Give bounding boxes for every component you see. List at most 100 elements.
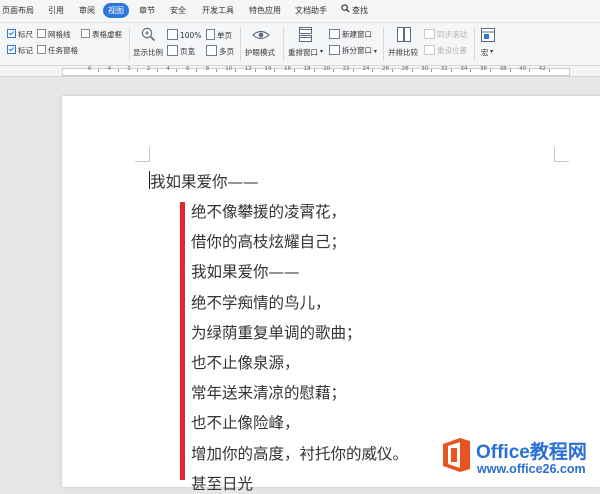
ruler-number: 16 xyxy=(284,66,291,72)
task-pane-checkbox-label: 任务窗格 xyxy=(48,46,78,55)
eye-mode-label: 护眼模式 xyxy=(245,48,275,57)
poem-line[interactable]: 也不止像险峰， xyxy=(191,411,300,433)
gridlines-checkbox[interactable]: 网格线 xyxy=(37,29,71,40)
view-ribbon: 标尺 网格线 表格虚框 标记 任务窗格 显示比例 100% 页宽 单页 多页 护… xyxy=(0,23,600,66)
ruler-tick xyxy=(313,69,315,72)
search-icon xyxy=(341,4,350,18)
tab-security[interactable]: 安全 xyxy=(170,4,186,18)
ruler-tick xyxy=(490,69,491,72)
poem-line[interactable]: 借你的高枝炫耀自己； xyxy=(191,230,346,252)
tab-view[interactable]: 视图 xyxy=(103,3,129,18)
ruler-number: 42 xyxy=(538,66,546,72)
tab-references[interactable]: 引用 xyxy=(48,4,64,18)
page-width-button[interactable]: 页宽 xyxy=(167,45,195,57)
new-window-button[interactable]: 新建窗口 xyxy=(329,29,372,40)
quote-bar xyxy=(180,202,185,480)
margin-corner-mark xyxy=(554,147,569,162)
ruler-checkbox-label: 标尺 xyxy=(18,30,33,39)
eye-mode-button[interactable]: 护眼模式 xyxy=(244,26,278,62)
split-window-label: 拆分窗口 xyxy=(342,46,372,55)
poem-first-line[interactable]: 我如果爱你—— xyxy=(150,170,259,192)
poem-line[interactable]: 甚至日光 xyxy=(191,472,253,494)
ruler-tick xyxy=(196,69,197,72)
ruler-number: 22 xyxy=(342,66,350,72)
ruler-number: 2 xyxy=(146,66,151,72)
ruler-number: 6 xyxy=(88,66,92,72)
new-window-icon xyxy=(329,29,340,39)
ruler-number: 6 xyxy=(186,66,190,72)
tab-special-apps[interactable]: 特色应用 xyxy=(249,4,281,18)
side-by-side-icon xyxy=(397,27,411,45)
ruler-tick xyxy=(411,69,413,72)
sync-scroll-button[interactable]: 同步滚动 xyxy=(424,29,467,40)
checkbox-unchecked-icon xyxy=(37,45,46,54)
ruler-tick xyxy=(98,69,99,72)
ruler-tick xyxy=(352,69,354,72)
checkbox-unchecked-icon xyxy=(81,29,90,38)
office-logo-icon xyxy=(440,436,474,474)
single-page-button[interactable]: 单页 xyxy=(206,29,232,41)
ruler-number: 30 xyxy=(421,66,429,72)
ruler-tick xyxy=(529,69,531,72)
ribbon-separator xyxy=(383,27,384,61)
chevron-down-icon: ▾ xyxy=(320,48,324,55)
reset-position-icon xyxy=(424,45,435,55)
tab-review[interactable]: 审阅 xyxy=(79,4,95,18)
tab-developer-tools[interactable]: 开发工具 xyxy=(202,4,234,18)
poem-line[interactable]: 为绿荫重复单调的歌曲； xyxy=(191,321,362,343)
ruler-number: 18 xyxy=(303,66,311,72)
task-pane-checkbox[interactable]: 任务窗格 xyxy=(37,45,78,56)
poem-line[interactable]: 绝不像攀援的凌霄花， xyxy=(191,200,346,222)
split-window-button[interactable]: 拆分窗口 ▾ xyxy=(329,45,377,57)
ruler-number: 10 xyxy=(225,66,233,72)
single-page-label: 单页 xyxy=(217,31,232,40)
poem-line[interactable]: 绝不学痴情的鸟儿， xyxy=(191,291,331,313)
ruler-tick xyxy=(450,69,452,72)
marks-checkbox[interactable]: 标记 xyxy=(7,45,33,56)
ruler-number: 28 xyxy=(401,66,409,72)
gridlines-checkbox-label: 网格线 xyxy=(48,30,71,39)
table-gridlines-checkbox[interactable]: 表格虚框 xyxy=(81,29,122,40)
single-page-icon xyxy=(206,29,215,40)
ruler-tick xyxy=(431,69,433,72)
horizontal-ruler[interactable]: 6 4 2 2 4 6 8 10 12 14 16 18 20 22 24 26 28 30 32 34 36 38 40 4… xyxy=(0,66,600,77)
new-window-label: 新建窗口 xyxy=(342,30,372,39)
tab-find[interactable]: 查找 xyxy=(341,4,368,18)
poem-line[interactable]: 我如果爱你—— xyxy=(191,260,300,282)
ribbon-separator xyxy=(283,27,284,61)
tab-chapter[interactable]: 章节 xyxy=(139,4,155,18)
ruler-track xyxy=(62,68,570,76)
ruler-number: 20 xyxy=(323,66,331,72)
ruler-number: 24 xyxy=(362,66,370,72)
poem-line[interactable]: 增加你的高度，衬托你的威仪。 xyxy=(191,442,408,464)
ruler-tick xyxy=(372,69,374,72)
multi-page-label: 多页 xyxy=(219,47,234,56)
zoom-100-button[interactable]: 100% xyxy=(167,29,201,41)
reset-position-button[interactable]: 重设位置 xyxy=(424,45,467,56)
zoom-100-icon xyxy=(167,29,178,40)
side-by-side-button[interactable]: 并排比较 xyxy=(387,26,421,62)
ruler-tick xyxy=(548,69,550,72)
arrange-windows-icon xyxy=(299,27,312,45)
poem-line[interactable]: 常年送来清凉的慰藉； xyxy=(191,381,346,403)
margin-corner-mark xyxy=(135,147,150,162)
ruler-tick xyxy=(392,69,393,72)
macro-label: 宏 xyxy=(481,48,489,57)
checkbox-unchecked-icon xyxy=(37,29,46,38)
checkbox-checked-icon xyxy=(7,45,16,54)
multi-page-button[interactable]: 多页 xyxy=(206,45,234,57)
ruler-checkbox[interactable]: 标尺 xyxy=(7,29,33,40)
zoom-button[interactable]: 显示比例 xyxy=(133,26,163,62)
arrange-windows-button[interactable]: 重排窗口 ▾ xyxy=(288,26,324,62)
tab-page-layout[interactable]: 页面布局 xyxy=(2,4,34,18)
ruler-tick xyxy=(254,69,256,72)
ruler-tick xyxy=(137,69,139,72)
ruler-tick xyxy=(156,69,158,72)
chevron-down-icon: ▾ xyxy=(372,48,377,55)
tab-document-assistant[interactable]: 文档助手 xyxy=(295,4,327,18)
poem-line[interactable]: 也不止像泉源， xyxy=(191,351,300,373)
ruler-number: 14 xyxy=(264,66,272,72)
macro-button[interactable]: 宏 ▾ xyxy=(478,26,500,62)
document-page[interactable] xyxy=(62,96,600,487)
table-gridlines-checkbox-label: 表格虚框 xyxy=(92,30,122,39)
